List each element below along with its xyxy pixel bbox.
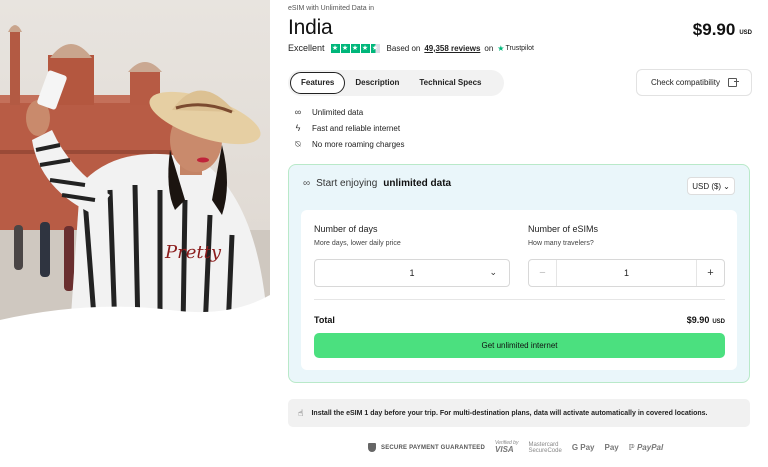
paypal-text: PayPal [636,442,664,452]
days-sublabel: More days, lower daily price [314,240,401,247]
trustpilot-star-icon: ★ [497,43,505,53]
reviews-link[interactable]: 49,358 reviews [424,44,480,53]
pointer-hand-icon: ☝ [298,407,304,418]
divider [314,299,725,300]
verified-by-visa-logo: Verified by VISA [495,441,518,454]
list-item: ϟ Fast and reliable internet [292,120,404,136]
lightning-icon: ϟ [295,123,301,133]
tab-technical-specs[interactable]: Technical Specs [409,72,491,94]
product-price: $9.90 USD [693,20,752,40]
esims-value[interactable]: 1 [557,268,696,278]
feature-text: Unlimited data [312,107,364,117]
decrement-button[interactable]: − [529,260,557,286]
payment-methods: SECURE PAYMENT GUARANTEED Verified by VI… [368,441,663,454]
product-eyebrow: eSIM with Unlimited Data in [288,5,374,12]
esims-label: Number of eSIMs [528,224,599,234]
star-icon: ★ [350,43,360,53]
heading-emphasis: unlimited data [383,178,452,189]
trustpilot-rating[interactable]: Excellent ★ ★ ★ ★ ★ Based on 49,358 revi… [288,43,534,53]
page-title: India [288,16,333,39]
rating-label: Excellent [288,43,325,53]
half-star-icon: ★ [370,43,380,53]
rating-stars: ★ ★ ★ ★ ★ [330,43,380,53]
star-icon: ★ [340,43,350,53]
price-currency: USD [739,30,752,36]
google-pay-logo: G Pay [571,442,595,452]
infinity-icon: ∞ [303,178,311,189]
purchase-panel: ∞ Start enjoying unlimited data USD ($) … [288,164,750,383]
chevron-down-icon: ⌄ [489,267,497,277]
esims-stepper: − 1 + [528,259,725,287]
secure-payment-text: SECURE PAYMENT GUARANTEED [381,444,486,451]
tab-description[interactable]: Description [345,72,409,94]
star-icon: ★ [360,43,370,53]
days-value: 1 [409,268,415,278]
install-notice: ☝ Install the eSIM 1 day before your tri… [288,399,750,427]
external-link-icon [727,78,739,87]
secure-payment-badge: SECURE PAYMENT GUARANTEED [368,443,485,452]
price-amount: $9.90 [692,20,736,39]
no-roaming-icon: ⍉ [295,138,301,149]
total-currency: USD [712,319,725,325]
total-amount: $9.90 [686,315,710,325]
trustpilot-name: Trustpilot [505,44,534,52]
chevron-down-icon: ⌄ [723,181,730,191]
days-select[interactable]: 1 ⌄ [314,259,510,287]
apple-pay-text: Pay [604,442,619,452]
check-compatibility-label: Check compatibility [651,78,720,87]
hero-photo: Pretty [0,0,270,330]
rating-on: on [484,43,494,53]
shield-icon [368,443,376,452]
list-item: ∞ Unlimited data [292,104,404,120]
securecode-text: SecureCode [528,447,562,454]
feature-text: Fast and reliable internet [312,123,401,133]
total-price: $9.90 USD [687,315,725,325]
trustpilot-logo: ★ Trustpilot [497,44,534,53]
currency-select[interactable]: USD ($) ⌄ [687,177,735,195]
plan-config-card: Number of days More days, lower daily pr… [301,210,737,370]
purchase-heading: ∞ Start enjoying unlimited data [303,178,451,189]
mastercard-securecode-logo: Mastercard SecureCode [528,442,561,454]
star-icon: ★ [330,43,340,53]
total-label: Total [314,315,335,325]
days-label: Number of days [314,224,378,234]
tab-features[interactable]: Features [290,72,346,94]
paypal-logo: ℙ PayPal [628,442,664,452]
list-item: ⍉ No more roaming charges [292,136,404,152]
esims-sublabel: How many travelers? [528,240,594,247]
check-compatibility-button[interactable]: Check compatibility [636,69,752,96]
paypal-icon: ℙ [628,442,635,452]
visa-text: VISA [495,445,514,454]
notice-text: Install the eSIM 1 day before your trip.… [311,409,708,417]
rating-based-on: Based on [386,43,421,53]
currency-value: USD ($) [692,181,722,191]
heading-prefix: Start enjoying [316,178,378,189]
info-tabs: Features Description Technical Specs [288,70,504,96]
infinity-icon: ∞ [294,107,302,117]
increment-button[interactable]: + [696,260,724,286]
get-unlimited-internet-button[interactable]: Get unlimited internet [314,333,725,358]
feature-text: No more roaming charges [312,139,405,149]
apple-pay-logo: Pay [604,442,619,452]
feature-list: ∞ Unlimited data ϟ Fast and reliable int… [292,104,405,152]
svg-text:Pretty: Pretty [164,242,222,263]
